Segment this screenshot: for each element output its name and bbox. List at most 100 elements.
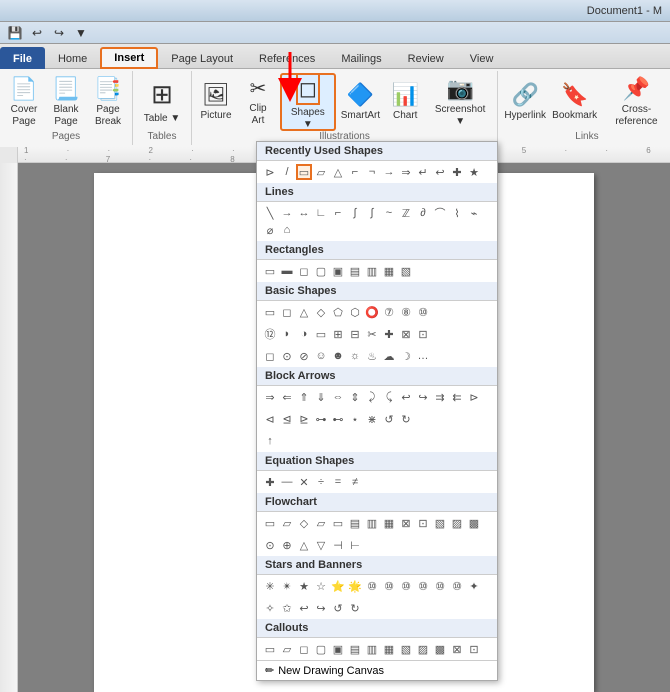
bs1[interactable]: ▭ xyxy=(262,304,278,320)
co12[interactable]: ⊠ xyxy=(449,641,465,657)
bs19[interactable]: ⊠ xyxy=(398,326,414,342)
fc15[interactable]: ⊕ xyxy=(279,537,295,553)
ba7[interactable]: ⤸ xyxy=(364,389,380,405)
ba10[interactable]: ↪ xyxy=(415,389,431,405)
shape-callout1[interactable]: ⌐ xyxy=(347,164,363,180)
fc11[interactable]: ▧ xyxy=(432,515,448,531)
ba22[interactable]: ↻ xyxy=(398,411,414,427)
ba11[interactable]: ⇉ xyxy=(432,389,448,405)
bs27[interactable]: ♨ xyxy=(364,348,380,364)
fc12[interactable]: ▨ xyxy=(449,515,465,531)
bs29[interactable]: ☽ xyxy=(398,348,414,364)
fc4[interactable]: ▱ xyxy=(313,515,329,531)
ba17[interactable]: ⊶ xyxy=(313,411,329,427)
sb15[interactable]: ✩ xyxy=(279,600,295,616)
sb6[interactable]: 🌟 xyxy=(347,578,363,594)
bs4[interactable]: ◇ xyxy=(313,304,329,320)
sb9[interactable]: ⑩ xyxy=(398,578,414,594)
eq2[interactable]: — xyxy=(279,474,295,490)
co6[interactable]: ▤ xyxy=(347,641,363,657)
bs8[interactable]: ⑦ xyxy=(381,304,397,320)
rect3[interactable]: ◻ xyxy=(296,263,312,279)
line-conn2[interactable]: ⌀ xyxy=(262,222,278,238)
ba14[interactable]: ⊲ xyxy=(262,411,278,427)
bs9[interactable]: ⑧ xyxy=(398,304,414,320)
tab-page-layout[interactable]: Page Layout xyxy=(158,47,246,69)
rect2[interactable]: ▬ xyxy=(279,263,295,279)
rect7[interactable]: ▥ xyxy=(364,263,380,279)
fc16[interactable]: △ xyxy=(296,537,312,553)
shape-star-small[interactable]: ★ xyxy=(466,164,482,180)
bs15[interactable]: ⊞ xyxy=(330,326,346,342)
co9[interactable]: ▧ xyxy=(398,641,414,657)
rect6[interactable]: ▤ xyxy=(347,263,363,279)
customize-button[interactable]: ▼ xyxy=(72,24,90,42)
sb12[interactable]: ⑩ xyxy=(449,578,465,594)
rect4[interactable]: ▢ xyxy=(313,263,329,279)
shape-rectangle-selected[interactable]: ▭ xyxy=(296,164,312,180)
sb11[interactable]: ⑩ xyxy=(432,578,448,594)
bs10[interactable]: ⑩ xyxy=(415,304,431,320)
shape-callout2[interactable]: ¬ xyxy=(364,164,380,180)
bs3[interactable]: △ xyxy=(296,304,312,320)
sb19[interactable]: ↻ xyxy=(347,600,363,616)
hyperlink-button[interactable]: 🔗 Hyperlink xyxy=(502,73,548,131)
line-scribble[interactable]: ℤ xyxy=(398,205,414,221)
tab-view[interactable]: View xyxy=(457,47,507,69)
save-button[interactable]: 💾 xyxy=(6,24,24,42)
ba2[interactable]: ⇐ xyxy=(279,389,295,405)
line-double-arrow[interactable]: ↔ xyxy=(296,205,312,221)
bs12[interactable]: ◗ xyxy=(279,326,295,342)
new-drawing-canvas-button[interactable]: ✏ New Drawing Canvas xyxy=(257,660,497,680)
bs16[interactable]: ⊟ xyxy=(347,326,363,342)
shape-curved-arrow[interactable]: ↵ xyxy=(415,164,431,180)
tab-mailings[interactable]: Mailings xyxy=(328,47,394,69)
ba6[interactable]: ⇕ xyxy=(347,389,363,405)
shape-triangle[interactable]: △ xyxy=(330,164,346,180)
fc5[interactable]: ▭ xyxy=(330,515,346,531)
ba23[interactable]: ↑ xyxy=(262,433,278,449)
bs20[interactable]: ⊡ xyxy=(415,326,431,342)
page-break-button[interactable]: 📑 PageBreak xyxy=(88,73,128,131)
eq1[interactable]: ✚ xyxy=(262,474,278,490)
bs18[interactable]: ✚ xyxy=(381,326,397,342)
bs2[interactable]: ◻ xyxy=(279,304,295,320)
redo-button[interactable]: ↪ xyxy=(50,24,68,42)
line-curve3[interactable]: ∂ xyxy=(415,205,431,221)
bs23[interactable]: ⊘ xyxy=(296,348,312,364)
line-arrow[interactable]: → xyxy=(279,205,295,221)
bs21[interactable]: ◻ xyxy=(262,348,278,364)
sb17[interactable]: ↪ xyxy=(313,600,329,616)
sb3[interactable]: ★ xyxy=(296,578,312,594)
bs11[interactable]: ⑫ xyxy=(262,326,278,342)
co7[interactable]: ▥ xyxy=(364,641,380,657)
cover-page-button[interactable]: 📄 CoverPage xyxy=(4,73,44,131)
fc3[interactable]: ◇ xyxy=(296,515,312,531)
ba18[interactable]: ⊷ xyxy=(330,411,346,427)
ba19[interactable]: ⋆ xyxy=(347,411,363,427)
sb2[interactable]: ✴ xyxy=(279,578,295,594)
rect8[interactable]: ▦ xyxy=(381,263,397,279)
bookmark-button[interactable]: 🔖 Bookmark xyxy=(550,73,599,131)
shape-cross[interactable]: ✚ xyxy=(449,164,465,180)
sb1[interactable]: ✳ xyxy=(262,578,278,594)
eq6[interactable]: ≠ xyxy=(347,474,363,490)
tab-insert[interactable]: Insert xyxy=(100,47,158,69)
bs14[interactable]: ▭ xyxy=(313,326,329,342)
eq4[interactable]: ÷ xyxy=(313,474,329,490)
line-connector[interactable]: ⌁ xyxy=(466,205,482,221)
tab-review[interactable]: Review xyxy=(395,47,457,69)
co11[interactable]: ▩ xyxy=(432,641,448,657)
bs6[interactable]: ⬡ xyxy=(347,304,363,320)
co3[interactable]: ◻ xyxy=(296,641,312,657)
bs26[interactable]: ☼ xyxy=(347,348,363,364)
fc1[interactable]: ▭ xyxy=(262,515,278,531)
shape-block-arrow[interactable]: ⇒ xyxy=(398,164,414,180)
eq5[interactable]: = xyxy=(330,474,346,490)
sb13[interactable]: ✦ xyxy=(466,578,482,594)
undo-button[interactable]: ↩ xyxy=(28,24,46,42)
sb16[interactable]: ↩ xyxy=(296,600,312,616)
tab-home[interactable]: Home xyxy=(45,47,100,69)
bs28[interactable]: ☁ xyxy=(381,348,397,364)
ba5[interactable]: ⇔ xyxy=(330,389,346,405)
